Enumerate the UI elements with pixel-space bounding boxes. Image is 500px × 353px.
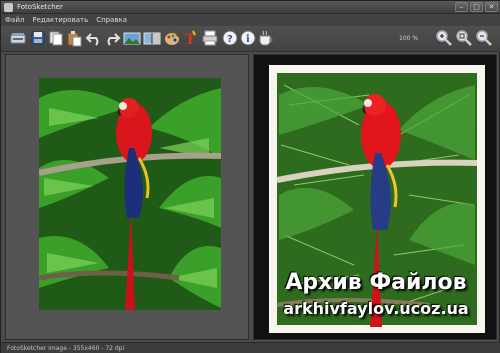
svg-text:?: ? [227,34,233,45]
maximize-button[interactable]: □ [470,2,483,12]
text-tool-icon[interactable]: T [181,29,199,47]
menu-bar: Файл Редактировать Справка [1,14,500,26]
save-icon[interactable] [29,29,47,47]
menu-edit[interactable]: Редактировать [32,14,88,26]
print-icon[interactable] [201,29,219,47]
redo-icon[interactable] [103,29,121,47]
original-image-panel[interactable] [5,54,249,340]
info-icon[interactable]: i [239,29,257,47]
zoom-in-icon[interactable] [435,29,453,47]
menu-file[interactable]: Файл [5,14,24,26]
help-icon[interactable]: ? [221,29,239,47]
paste-icon[interactable] [65,29,83,47]
palette-icon[interactable] [163,29,181,47]
close-button[interactable]: ✕ [485,2,498,12]
status-bar: FotoSketcher image - 355x460 - 72 dpi [1,342,500,353]
app-icon [4,3,13,12]
watermark-title: Архив Файлов [285,270,467,295]
undo-icon[interactable] [85,29,103,47]
landscape-icon[interactable] [123,29,141,47]
compare-icon[interactable] [143,29,161,47]
menu-help[interactable]: Справка [96,14,127,26]
toolbar: T ? i 100 % [1,26,500,52]
watermark-url: arkhivfaylov.ucoz.ua [283,299,469,318]
zoom-level-label: 100 % [399,35,419,42]
zoom-fit-icon[interactable] [455,29,473,47]
title-bar[interactable]: FotoSketcher – □ ✕ [1,1,500,14]
zoom-out-icon[interactable] [475,29,493,47]
copy-icon[interactable] [47,29,65,47]
scanner-icon[interactable] [9,29,27,47]
svg-text:i: i [246,34,250,45]
window-controls: – □ ✕ [455,2,498,12]
minimize-button[interactable]: – [455,2,468,12]
watermark: Архив Файлов arkhivfaylov.ucoz.ua [256,269,496,319]
app-window: FotoSketcher – □ ✕ Файл Редактировать Сп… [0,0,500,353]
status-text: FotoSketcher image - 355x460 - 72 dpi [7,345,125,352]
window-title: FotoSketcher [17,3,63,11]
coffee-icon[interactable] [257,29,275,47]
original-photo [39,78,221,310]
